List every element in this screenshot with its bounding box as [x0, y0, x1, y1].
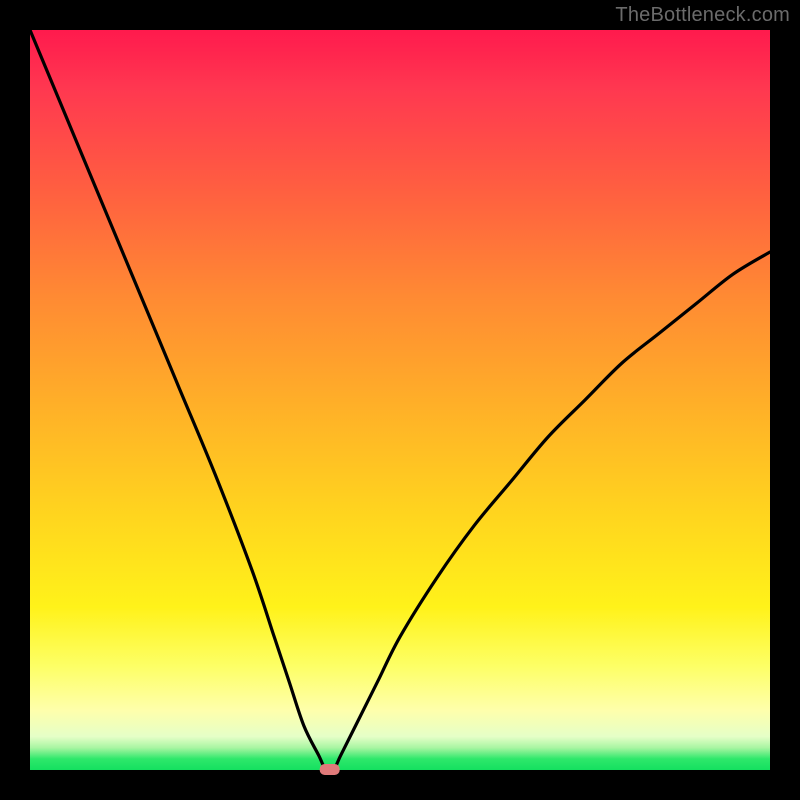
- chart-frame: TheBottleneck.com: [0, 0, 800, 800]
- curve-svg: [30, 30, 770, 770]
- plot-area: [30, 30, 770, 770]
- watermark-text: TheBottleneck.com: [615, 4, 790, 27]
- min-marker-dot: [320, 764, 340, 775]
- bottleneck-curve-path: [30, 30, 770, 772]
